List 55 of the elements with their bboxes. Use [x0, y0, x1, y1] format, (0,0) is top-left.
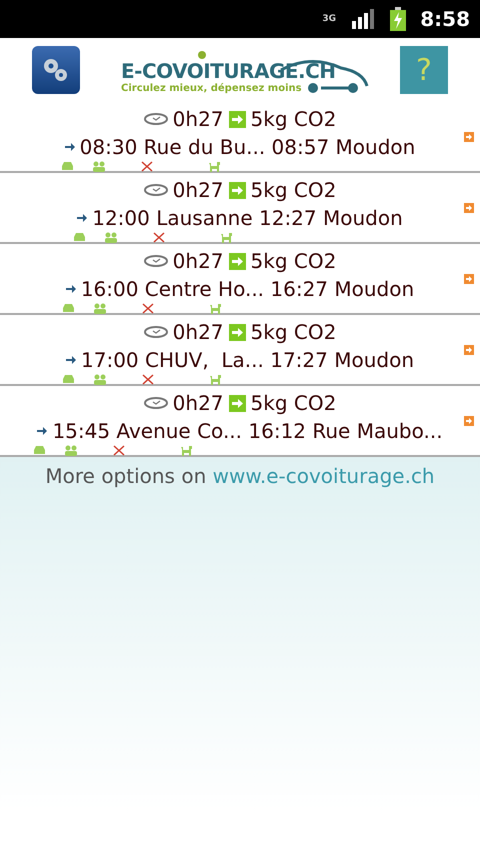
trip-route: 15:45 Avenue Co... 16:12 Rue Maubo...: [52, 419, 443, 443]
logo-title: E-COVOITURAGE.CH: [121, 60, 336, 82]
dog-icon: [208, 302, 221, 314]
co2-amount: 5kg CO2: [250, 391, 336, 415]
help-button[interactable]: ?: [400, 46, 448, 94]
clock-icon: [144, 326, 168, 338]
dog-icon: [209, 374, 221, 384]
trip-duration: 0h27: [172, 391, 224, 415]
trip-route: 08:30 Rue du Bu... 08:57 Moudon: [80, 135, 416, 159]
arrow-icon: [66, 284, 76, 294]
trip-route: 17:00 CHUV, La... 17:27 Moudon: [81, 348, 414, 372]
trip-duration: 0h27: [172, 107, 224, 131]
close-icon: [142, 302, 154, 314]
clock-icon: [144, 184, 168, 196]
clock: 8:58: [420, 7, 470, 31]
people-icon: [93, 374, 107, 384]
settings-button[interactable]: [32, 46, 80, 94]
arrow-icon: [64, 142, 75, 152]
co2-amount: 5kg CO2: [250, 320, 336, 344]
arrow-icon: [77, 213, 88, 223]
close-icon: [113, 444, 126, 456]
co2-amount: 5kg CO2: [250, 249, 336, 273]
arrow-icon: [66, 355, 76, 365]
close-icon: [140, 160, 153, 172]
trip-duration: 0h27: [172, 178, 224, 202]
trip-duration: 0h27: [172, 249, 224, 273]
people-icon: [104, 232, 118, 242]
clock-icon: [144, 255, 168, 267]
battery-charging-icon: [390, 7, 406, 31]
trip-route: 16:00 Centre Ho... 16:27 Moudon: [80, 277, 414, 301]
people-icon: [92, 160, 106, 172]
close-icon: [153, 232, 166, 242]
details-arrow-icon[interactable]: [464, 274, 474, 284]
trip-duration: 0h27: [172, 320, 224, 344]
clock-icon: [144, 113, 168, 125]
trip-route: 12:00 Lausanne 12:27 Moudon: [92, 206, 403, 230]
more-options-text: More options on www.e-covoiturage.ch: [45, 464, 435, 490]
logo-tagline: Circulez mieux, dépensez moins: [121, 82, 302, 96]
details-arrow-icon[interactable]: [464, 203, 474, 213]
details-arrow-icon[interactable]: [464, 132, 474, 142]
arrow-icon: [37, 426, 48, 436]
details-arrow-icon[interactable]: [464, 416, 474, 426]
dog-icon: [180, 444, 192, 456]
details-arrow-icon[interactable]: [464, 345, 474, 355]
network-indicator: 3G: [321, 14, 338, 24]
close-icon: [142, 374, 154, 384]
people-icon: [92, 302, 107, 314]
dog-icon: [220, 232, 232, 242]
website-link[interactable]: www.e-covoiturage.ch: [212, 464, 435, 488]
dog-icon: [208, 160, 220, 172]
co2-amount: 5kg CO2: [250, 178, 336, 202]
co2-amount: 5kg CO2: [250, 107, 336, 131]
people-icon: [64, 444, 78, 456]
clock-icon: [144, 397, 168, 409]
signal-icon: [352, 9, 376, 29]
